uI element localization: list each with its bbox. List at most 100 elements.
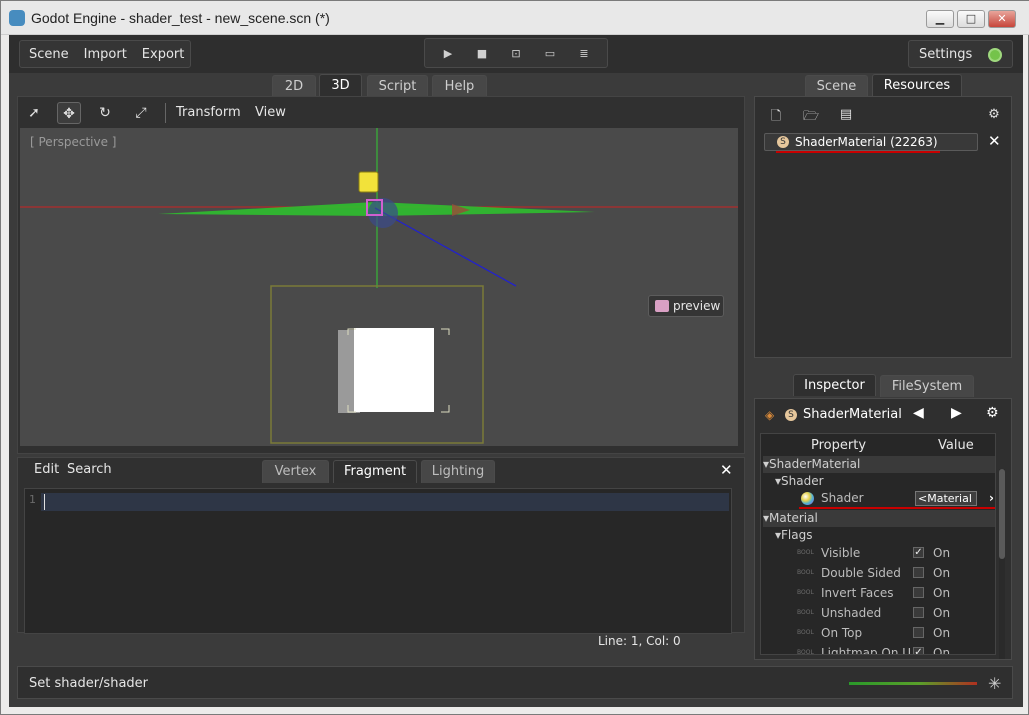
code-editor[interactable]: 1 xyxy=(24,488,732,634)
top-toolbar: Scene Import Export ▶ ■ ⊡ ▭ ≣ Settings xyxy=(9,35,1023,73)
preview-label: preview xyxy=(673,299,721,313)
resources-panel: 🗋 🗁 ▤ ⚙ S ShaderMaterial (22263) ✕ xyxy=(754,96,1012,358)
flag-row[interactable]: BOOL Invert Faces On xyxy=(763,583,995,603)
title-bar: Godot Engine - shader_test - new_scene.s… xyxy=(1,1,1029,35)
inspector-header: ◈ S ShaderMaterial ◀ ▶ ⚙ xyxy=(755,399,1011,431)
close-resource-icon[interactable]: ✕ xyxy=(988,132,1001,150)
tab-filesystem[interactable]: FileSystem xyxy=(880,375,974,397)
tab-lighting[interactable]: Lighting xyxy=(421,460,495,483)
status-ok-icon xyxy=(988,48,1002,62)
flag-checkbox[interactable] xyxy=(913,567,924,578)
expand-arrow-icon[interactable]: › xyxy=(989,488,994,508)
tab-vertex[interactable]: Vertex xyxy=(262,460,329,483)
shader-material-icon: S xyxy=(785,409,797,421)
performance-meter xyxy=(849,682,977,685)
current-line-highlight xyxy=(41,493,729,511)
flag-value: On xyxy=(933,646,951,655)
flag-label: Double Sided xyxy=(821,566,901,580)
close-shader-editor-icon[interactable]: ✕ xyxy=(720,461,733,479)
rotate-tool-icon[interactable]: ↻ xyxy=(93,102,117,124)
update-spinner-icon[interactable]: ✳ xyxy=(988,674,1001,693)
close-window-button[interactable]: ✕ xyxy=(988,10,1016,28)
preview-button[interactable]: preview xyxy=(648,295,724,317)
resource-item-label: ShaderMaterial (22263) xyxy=(795,135,938,149)
flag-value: On xyxy=(933,626,951,640)
status-bar: Set shader/shader ✳ xyxy=(17,666,1013,699)
flag-row[interactable]: BOOL Lightmap On U ✓ On xyxy=(763,643,995,655)
resource-item[interactable]: S ShaderMaterial (22263) xyxy=(764,133,978,151)
material-dropdown[interactable]: <Material xyxy=(915,491,977,506)
play-custom-icon[interactable]: ▭ xyxy=(541,47,559,60)
tab-inspector[interactable]: Inspector xyxy=(793,374,876,396)
bool-type-tag: BOOL xyxy=(797,649,814,655)
tab-2d[interactable]: 2D xyxy=(272,75,316,97)
inspector-panel: ◈ S ShaderMaterial ◀ ▶ ⚙ Property Value … xyxy=(754,398,1012,660)
flag-row[interactable]: BOOL Visible ✓ On xyxy=(763,543,995,563)
inspector-gear-icon[interactable]: ⚙ xyxy=(986,405,999,421)
bool-type-tag: BOOL xyxy=(797,589,814,596)
tab-3d[interactable]: 3D xyxy=(319,74,362,96)
flag-value: On xyxy=(933,566,951,580)
section-label: Shader xyxy=(781,474,824,488)
inspector-scrollbar[interactable] xyxy=(999,469,1005,659)
play-scene-icon[interactable]: ⊡ xyxy=(507,47,525,60)
flag-row[interactable]: BOOL Double Sided On xyxy=(763,563,995,583)
maximize-button[interactable]: □ xyxy=(957,10,985,28)
property-table: Property Value ▾ShaderMaterial ▾Shader S… xyxy=(760,433,996,655)
tab-script[interactable]: Script xyxy=(367,75,428,97)
flag-row[interactable]: BOOL On Top On xyxy=(763,623,995,643)
new-resource-icon[interactable]: 🗋 xyxy=(768,107,784,124)
debug-options-icon[interactable]: ≣ xyxy=(575,47,593,60)
section-material[interactable]: ▾Material xyxy=(763,510,995,527)
tab-fragment[interactable]: Fragment xyxy=(333,460,417,483)
settings-button[interactable]: Settings xyxy=(908,40,1013,68)
object-cube-icon[interactable]: ◈ xyxy=(765,408,774,422)
move-tool-icon[interactable]: ✥ xyxy=(57,102,81,124)
shader-preview-icon xyxy=(801,492,814,505)
scale-tool-icon[interactable]: ⤢ xyxy=(129,102,153,124)
history-forward-icon[interactable]: ▶ xyxy=(951,405,962,421)
perspective-label[interactable]: [ Perspective ] xyxy=(30,135,117,149)
history-back-icon[interactable]: ◀ xyxy=(913,405,924,421)
save-resource-icon[interactable]: ▤ xyxy=(838,107,854,123)
flag-checkbox[interactable] xyxy=(913,627,924,638)
menu-import[interactable]: Import xyxy=(84,47,127,62)
scene-canvas xyxy=(20,128,738,444)
tab-resources[interactable]: Resources xyxy=(872,74,962,96)
open-resource-icon[interactable]: 🗁 xyxy=(803,107,819,124)
tab-scene[interactable]: Scene xyxy=(805,75,868,97)
text-caret xyxy=(44,494,45,510)
flag-label: Visible xyxy=(821,546,861,560)
edit-menu[interactable]: Edit xyxy=(34,462,59,477)
flag-row[interactable]: BOOL Unshaded On xyxy=(763,603,995,623)
select-tool-icon[interactable]: ➚ xyxy=(22,102,46,124)
flag-label: Lightmap On U xyxy=(821,646,912,655)
cursor-position: Line: 1, Col: 0 xyxy=(598,634,681,648)
bool-type-tag: BOOL xyxy=(797,629,814,636)
section-shadermaterial[interactable]: ▾ShaderMaterial xyxy=(763,456,995,473)
camera-icon xyxy=(655,300,669,312)
search-menu[interactable]: Search xyxy=(67,462,112,477)
play-icon[interactable]: ▶ xyxy=(439,47,457,60)
flag-checkbox[interactable] xyxy=(913,607,924,618)
3d-viewport[interactable]: [ Perspective ] preview xyxy=(20,128,738,446)
bool-type-tag: BOOL xyxy=(797,549,814,556)
section-flags[interactable]: ▾Flags xyxy=(763,527,995,544)
minimize-button[interactable]: ▁ xyxy=(926,10,954,28)
scrollbar-thumb[interactable] xyxy=(999,469,1005,559)
flag-checkbox[interactable]: ✓ xyxy=(913,647,924,654)
view-menu[interactable]: View xyxy=(255,105,286,120)
flag-checkbox[interactable] xyxy=(913,587,924,598)
red-underline xyxy=(799,507,995,509)
section-label: Flags xyxy=(781,528,813,542)
settings-gear-icon[interactable]: ⚙ xyxy=(986,107,1002,123)
stop-icon[interactable]: ■ xyxy=(473,47,491,60)
shader-property-row[interactable]: Shader <Material › xyxy=(763,488,995,508)
settings-label: Settings xyxy=(919,47,973,62)
tab-help[interactable]: Help xyxy=(432,75,487,97)
flag-checkbox[interactable]: ✓ xyxy=(913,547,924,558)
menu-scene[interactable]: Scene xyxy=(29,47,69,62)
menu-export[interactable]: Export xyxy=(142,47,185,62)
toolbar-divider xyxy=(165,103,166,123)
transform-menu[interactable]: Transform xyxy=(176,105,241,120)
